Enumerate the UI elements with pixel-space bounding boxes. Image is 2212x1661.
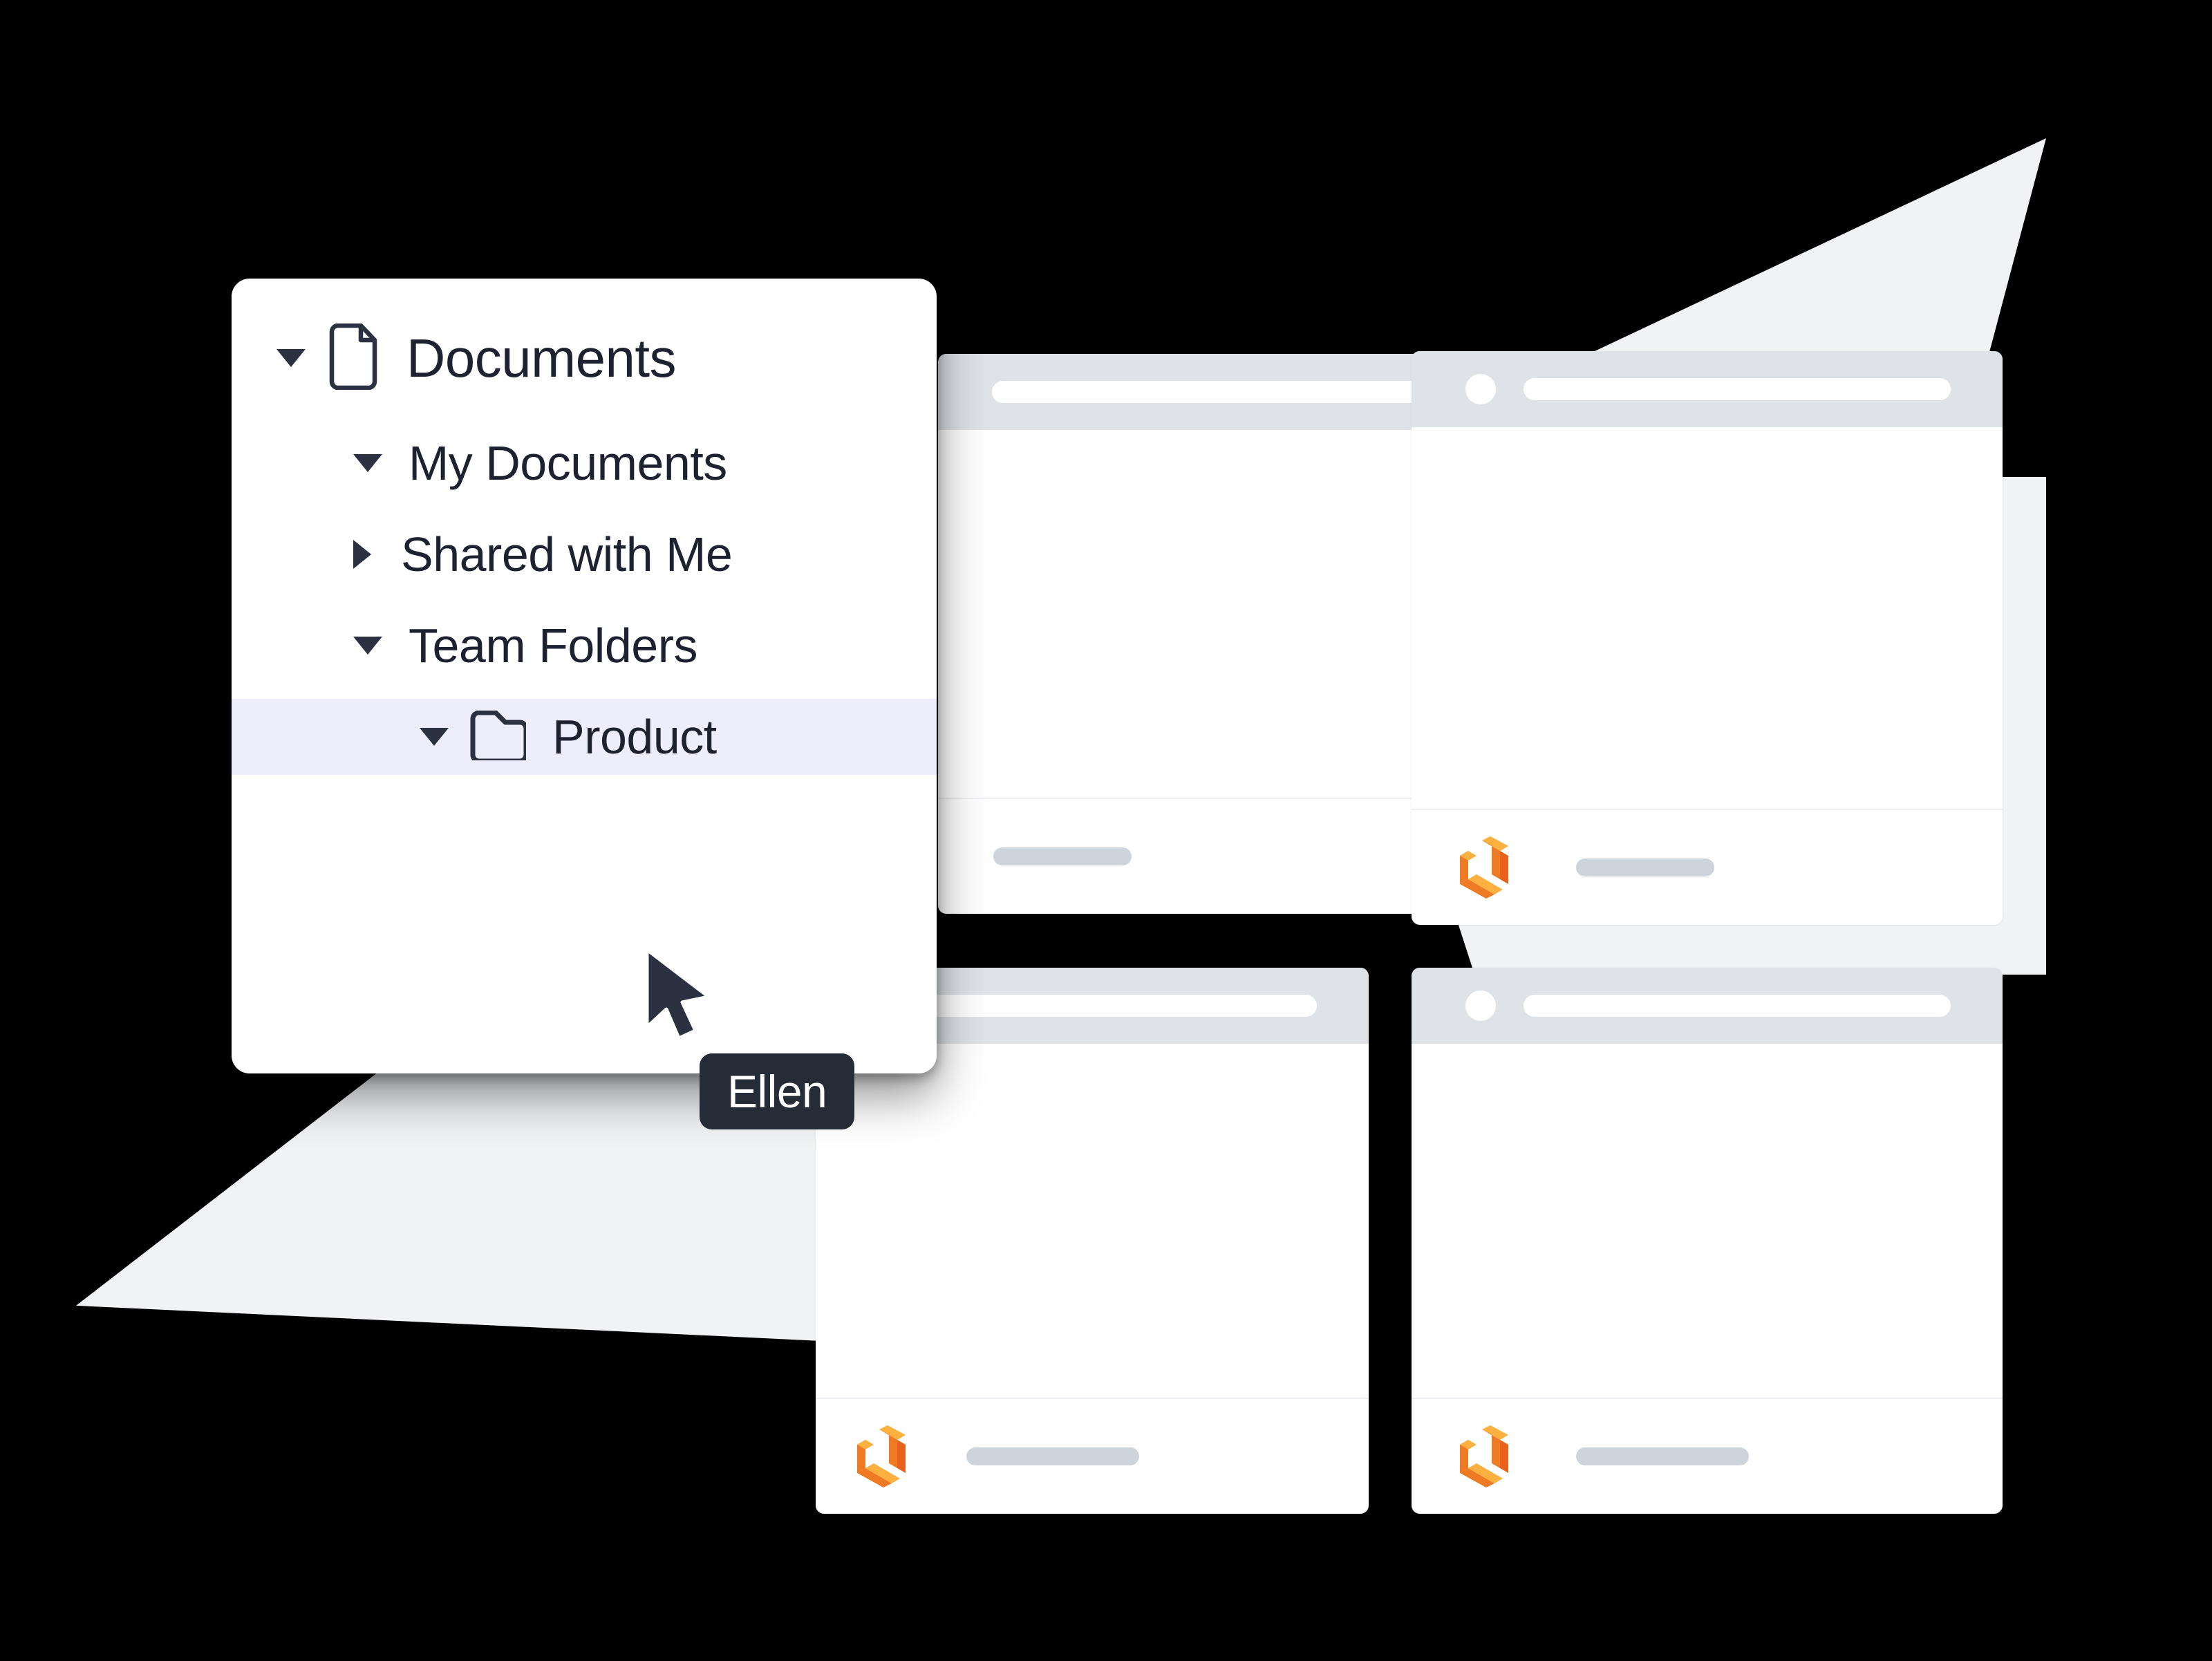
tree-item-documents[interactable]: Documents	[232, 320, 937, 396]
tree-item-product[interactable]: Product	[232, 699, 937, 775]
chevron-down-icon[interactable]	[353, 637, 382, 655]
footer-pill	[1576, 1447, 1749, 1465]
card-footer	[816, 1398, 1369, 1514]
illustration-stage: Documents My Documents Shared with Me Te…	[0, 0, 2212, 1661]
card-footer	[1412, 1398, 2003, 1514]
tree-item-my-documents[interactable]: My Documents	[232, 425, 937, 501]
footer-pill	[1576, 858, 1714, 876]
chevron-down-icon[interactable]	[420, 728, 449, 746]
card-footer	[1412, 809, 2003, 925]
tree-item-team-folders[interactable]: Team Folders	[232, 608, 937, 684]
chevron-down-icon[interactable]	[276, 349, 306, 367]
tree-item-label: My Documents	[409, 436, 727, 490]
cursor-tooltip: Ellen	[700, 1053, 855, 1129]
tree-item-label: Documents	[406, 328, 677, 388]
tree-item-label: Shared with Me	[401, 527, 733, 581]
mouse-pointer-icon	[645, 948, 711, 1040]
tree-item-label: Team Folders	[409, 619, 698, 673]
folder-icon	[469, 710, 529, 764]
header-dot-icon	[1465, 991, 1496, 1021]
header-dot-icon	[1465, 374, 1496, 404]
tree-item-shared-with-me[interactable]: Shared with Me	[232, 516, 937, 592]
chevron-right-icon[interactable]	[353, 540, 371, 569]
chevron-down-icon[interactable]	[353, 454, 382, 472]
footer-pill	[993, 847, 1132, 865]
flowchart-card[interactable]	[1412, 351, 2003, 925]
documents-tree-panel[interactable]: Documents My Documents Shared with Me Te…	[232, 279, 937, 1073]
process-diagram-card[interactable]	[1412, 968, 2003, 1514]
lucid-logo-icon	[857, 1425, 906, 1488]
card-header	[1412, 968, 2003, 1044]
header-pill	[1524, 378, 1951, 400]
header-pill	[1524, 995, 1951, 1017]
lucid-logo-icon	[1460, 1425, 1508, 1488]
lucid-logo-icon	[1460, 836, 1508, 899]
footer-pill	[966, 1447, 1139, 1465]
header-pill	[870, 995, 1317, 1017]
header-pill	[992, 381, 1458, 403]
tree-item-label: Product	[552, 710, 717, 764]
document-icon	[326, 323, 380, 393]
cursor-tooltip-label: Ellen	[727, 1066, 827, 1117]
card-header	[1412, 351, 2003, 427]
